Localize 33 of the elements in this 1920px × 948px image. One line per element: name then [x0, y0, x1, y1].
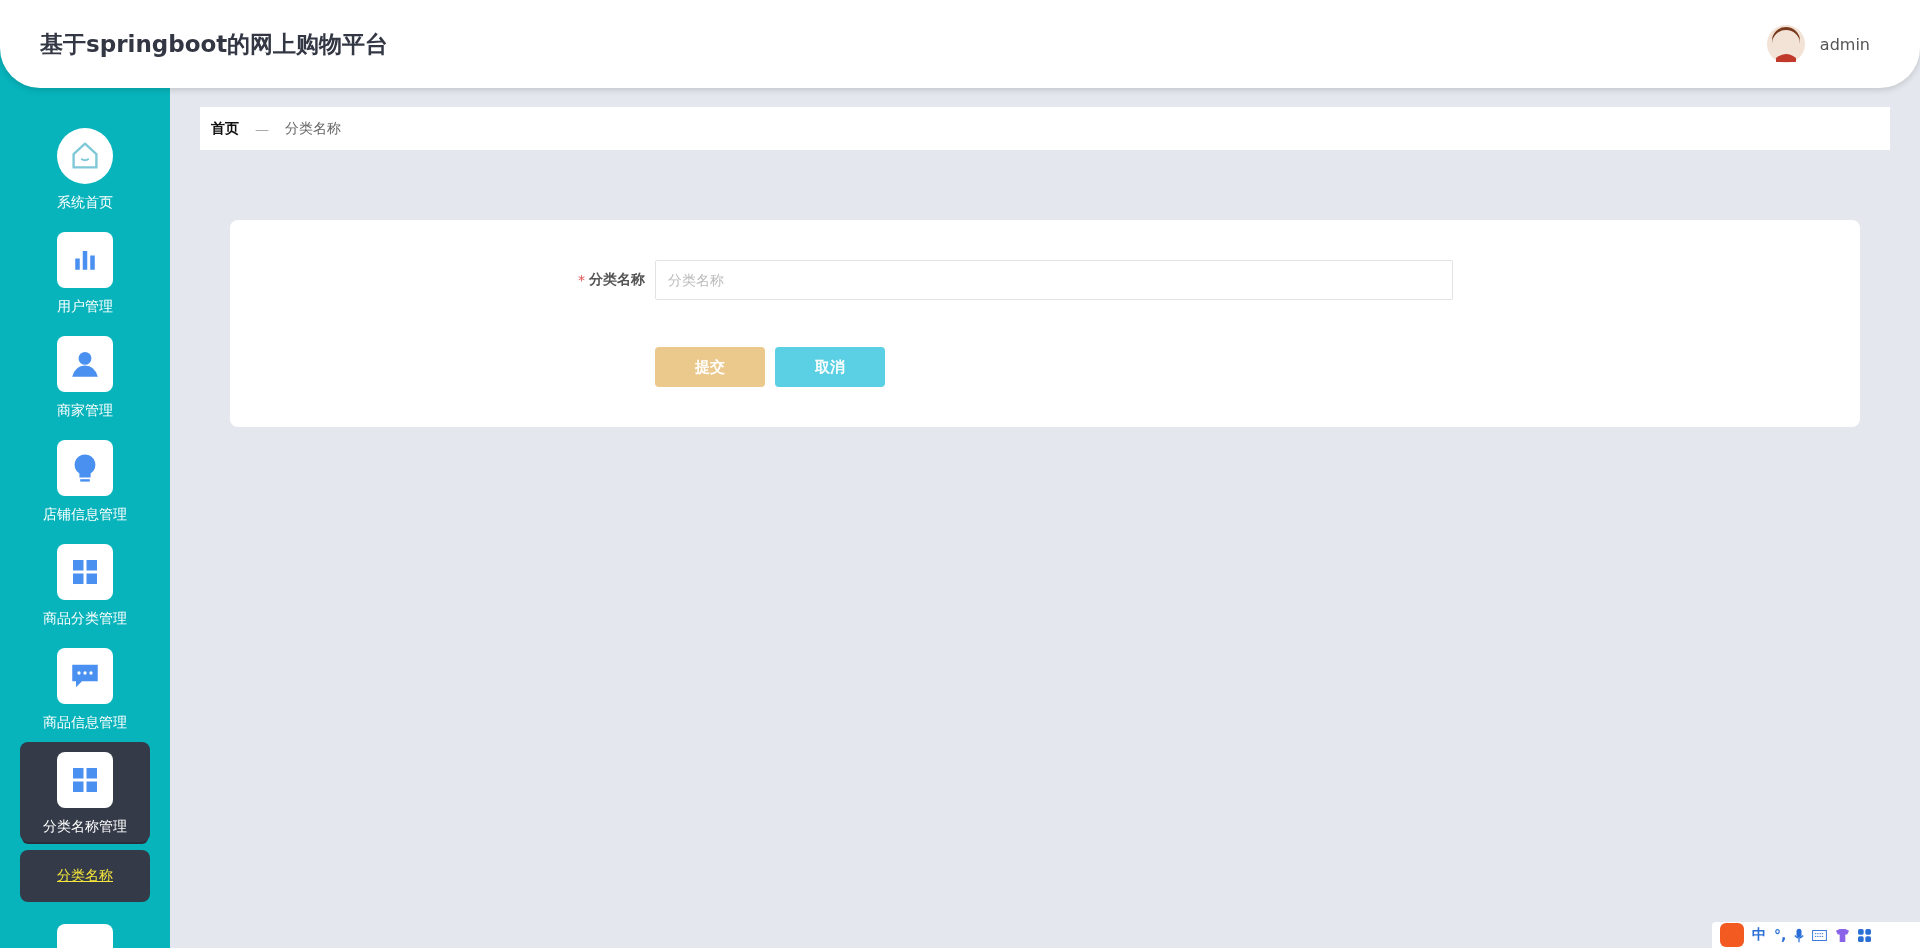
username[interactable]: admin: [1819, 34, 1870, 54]
sidebar-item[interactable]: 商品信息管理: [20, 638, 150, 738]
ime-logo-icon[interactable]: [1720, 923, 1744, 947]
submit-button[interactable]: 提交: [655, 347, 765, 387]
avatar-icon[interactable]: [1765, 24, 1806, 64]
sidebar-item[interactable]: 分类名称管理: [20, 742, 150, 842]
sidebar-item[interactable]: 用户管理: [20, 222, 150, 322]
field-label: 分类名称: [589, 271, 645, 289]
site-title: 基于springboot的网上购物平台: [40, 29, 389, 59]
breadcrumb-link[interactable]: 分类名称: [285, 119, 341, 138]
keyboard-icon[interactable]: [1812, 929, 1828, 941]
breadcrumb-link[interactable]: 首页: [211, 119, 239, 138]
user-icon: [57, 336, 113, 392]
sidebar-item[interactable]: 商品分类管理: [20, 534, 150, 634]
sidebar-item[interactable]: 系统首页: [20, 118, 150, 218]
grid-icon: [57, 752, 113, 808]
cancel-button[interactable]: 取消: [775, 347, 885, 387]
shirt-icon[interactable]: [1835, 927, 1851, 943]
grid-icon[interactable]: [1858, 928, 1872, 942]
input-mode-toggle[interactable]: 中: [1752, 926, 1766, 944]
chat-icon: [57, 648, 113, 704]
microphone-icon[interactable]: [1794, 927, 1805, 943]
sidebar-item[interactable]: 店铺信息管理: [20, 430, 150, 530]
required-mark: *: [578, 272, 585, 288]
punctuation-toggle[interactable]: °,: [1774, 927, 1787, 943]
submenu-item[interactable]: 分类名称: [20, 850, 150, 902]
input-field[interactable]: 分类名称: [655, 260, 1453, 300]
home-icon: [57, 128, 113, 184]
bulb-icon: [57, 440, 113, 496]
sidebar-item[interactable]: 商家管理: [20, 326, 150, 426]
chart-icon: [57, 232, 113, 288]
grid-icon: [57, 544, 113, 600]
breadcrumb-separator: —: [255, 120, 269, 137]
